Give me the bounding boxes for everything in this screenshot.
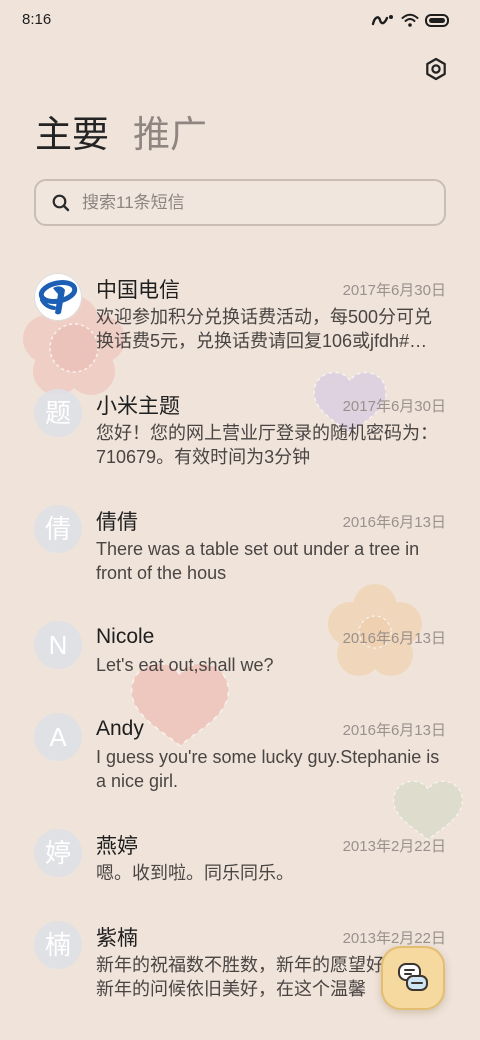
avatar: 倩	[34, 505, 82, 553]
conversation-header: Andy 2016年6月13日	[96, 713, 446, 745]
china-telecom-logo	[34, 273, 82, 321]
contact-name: 中国电信	[96, 279, 180, 302]
contact-name: 倩倩	[96, 511, 138, 534]
message-date: 2013年2月22日	[342, 929, 446, 947]
message-preview: I guess you're some lucky guy.Stephanie …	[96, 747, 440, 791]
contact-name: Nicole	[96, 625, 155, 648]
message-date: 2017年6月30日	[342, 397, 446, 415]
message-preview: 嗯。收到啦。同乐同乐。	[96, 863, 294, 883]
conversation-item[interactable]: 婷 燕婷 2013年2月22日 嗯。收到啦。同乐同乐。	[0, 811, 480, 903]
conversation-header: 小米主题 2017年6月30日	[96, 389, 446, 421]
battery-icon	[425, 13, 449, 27]
signal-icon	[371, 13, 395, 27]
avatar: A	[34, 713, 82, 761]
conversation-item[interactable]: 倩 倩倩 2016年6月13日 There was a table set ou…	[0, 487, 480, 603]
message-preview: Let's eat out,shall we?	[96, 655, 274, 675]
conversation-header: Nicole 2016年6月13日	[96, 621, 446, 653]
conversation-list: 中国电信 2017年6月30日 欢迎参加积分兑换话费活动，每500分可兑换话费5…	[0, 255, 480, 1019]
new-message-button[interactable]	[381, 946, 445, 1010]
message-date: 2016年6月13日	[342, 721, 446, 739]
contact-name: 小米主题	[96, 395, 180, 418]
contact-name: 燕婷	[96, 835, 138, 858]
message-preview: There was a table set out under a tree i…	[96, 539, 420, 583]
avatar: 婷	[34, 829, 82, 877]
messages-screen: 8:16 主要 推广 搜索11条短信 中国电信 2017年6月30日 欢迎参加积…	[0, 0, 480, 1040]
avatar: 题	[34, 389, 82, 437]
new-message-icon	[398, 963, 428, 991]
message-preview: 您好！您的网上营业厅登录的随机密码为：710679。有效时间为3分钟	[96, 423, 438, 467]
conversation-item[interactable]: A Andy 2016年6月13日 I guess you're some lu…	[0, 695, 480, 811]
message-date: 2016年6月13日	[342, 629, 446, 647]
conversation-header: 倩倩 2016年6月13日	[96, 505, 446, 537]
conversation-header: 燕婷 2013年2月22日	[96, 829, 446, 861]
settings-icon	[426, 57, 446, 81]
search-icon	[52, 194, 70, 212]
contact-name: 紫楠	[96, 927, 138, 950]
search-input[interactable]	[82, 181, 432, 224]
status-icons	[371, 13, 449, 27]
search-bar[interactable]	[34, 179, 446, 226]
conversation-header: 中国电信 2017年6月30日	[96, 273, 446, 305]
status-time: 8:16	[22, 11, 52, 28]
message-date: 2013年2月22日	[342, 837, 446, 855]
avatar: N	[34, 621, 82, 669]
settings-button[interactable]	[423, 56, 449, 82]
conversation-item[interactable]: 中国电信 2017年6月30日 欢迎参加积分兑换话费活动，每500分可兑换话费5…	[0, 255, 480, 371]
tab-primary[interactable]: 主要	[35, 110, 109, 160]
contact-name: Andy	[96, 717, 144, 740]
message-date: 2017年6月30日	[342, 281, 446, 299]
tab-bar: 主要 推广	[35, 110, 207, 160]
conversation-item[interactable]: 题 小米主题 2017年6月30日 您好！您的网上营业厅登录的随机密码为：710…	[0, 371, 480, 487]
message-preview: 欢迎参加积分兑换话费活动，每500分可兑换话费5元，兑换话费请回复106或jfd…	[96, 307, 433, 351]
tab-promotions[interactable]: 推广	[133, 110, 207, 160]
wifi-icon	[401, 13, 419, 27]
conversation-item[interactable]: N Nicole 2016年6月13日 Let's eat out,shall …	[0, 603, 480, 695]
avatar: 楠	[34, 921, 82, 969]
message-date: 2016年6月13日	[342, 513, 446, 531]
